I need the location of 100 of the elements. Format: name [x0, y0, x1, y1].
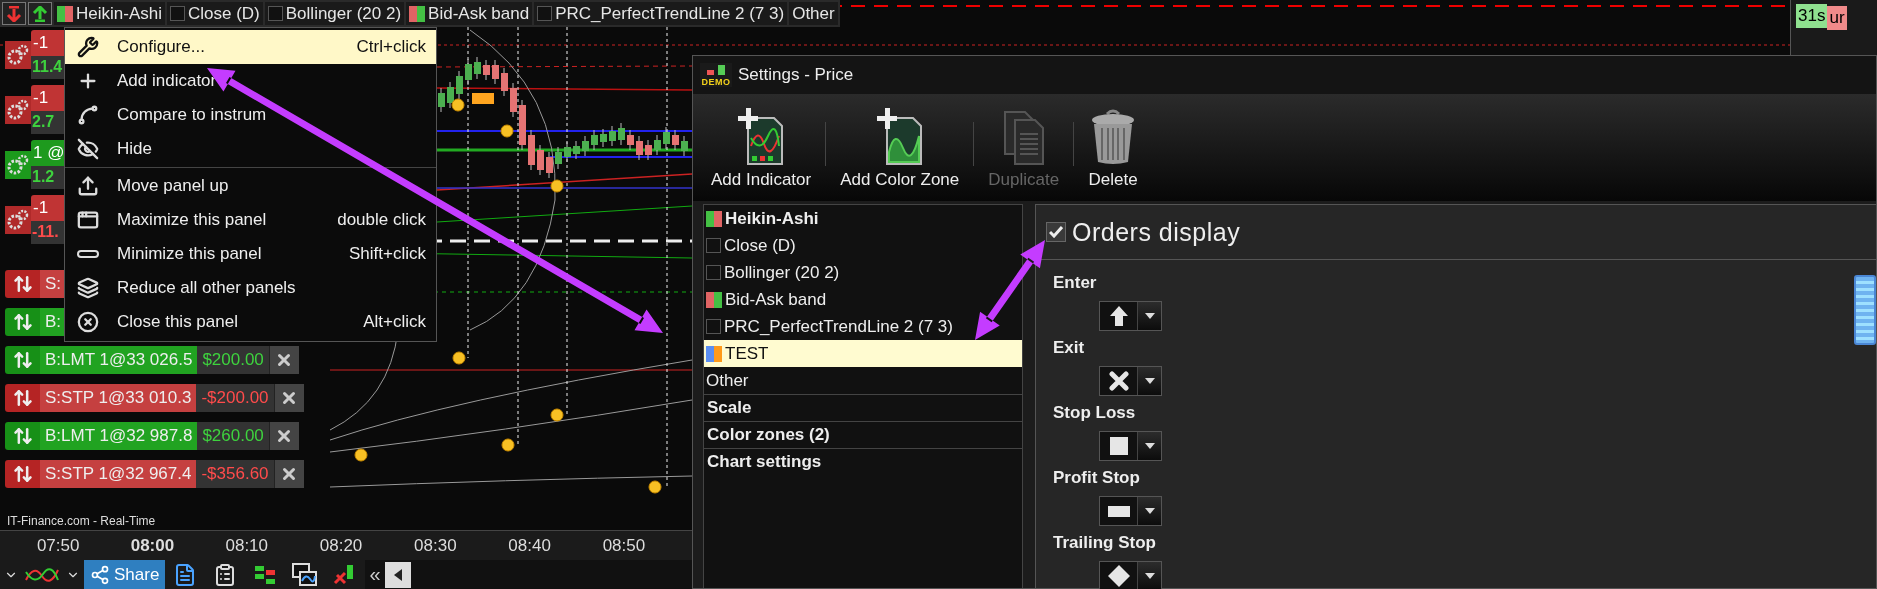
menu-item[interactable]: Close this panel Alt+click	[65, 305, 436, 339]
nodes-icon	[77, 104, 99, 126]
menu-item[interactable]: Add indicator	[65, 64, 436, 98]
marker-dot	[354, 448, 368, 462]
tree-item[interactable]: TEST	[704, 340, 1022, 367]
menu-item[interactable]: Hide	[65, 132, 436, 166]
tree-item[interactable]: Scale	[704, 394, 1022, 421]
indicator-tab[interactable]: PRC_PerfectTrendLine 2 (7 3)	[534, 2, 788, 25]
empty-swatch	[706, 238, 721, 253]
time-label: 08:20	[318, 535, 364, 556]
marker-dot	[501, 438, 515, 452]
order-label: S:	[40, 270, 67, 298]
order-label: B:LMT 1@33 026.5	[40, 346, 198, 374]
scrollbar-thumb[interactable]	[1854, 275, 1876, 345]
countdown-timer: 31s	[1796, 4, 1828, 28]
toolbar-button[interactable]: Add Color Zone	[832, 102, 968, 201]
position-settings-button[interactable]	[5, 206, 31, 234]
tree-item[interactable]: Bollinger (20 2)	[704, 259, 1022, 286]
tree-item[interactable]: Heikin-Ashi	[704, 205, 1022, 232]
tree-item[interactable]: PRC_PerfectTrendLine 2 (7 3)	[704, 313, 1022, 340]
time-label: 08:40	[507, 535, 552, 556]
menu-item[interactable]: Move panel up	[65, 169, 436, 203]
share-icon	[90, 564, 110, 585]
symbol-dropdown[interactable]	[1099, 431, 1162, 461]
marker-dot	[500, 124, 514, 138]
up-down-arrow-icon	[12, 350, 33, 370]
order-value: $200.00	[197, 346, 269, 374]
symbol-dropdown[interactable]	[1099, 366, 1162, 396]
order-value: -$200.00	[196, 384, 274, 412]
menu-item[interactable]: Configure... Ctrl+click	[65, 30, 436, 64]
order-value: $260.00	[197, 422, 269, 450]
up-down-arrow-icon	[12, 274, 33, 294]
tree-item[interactable]: Color zones (2)	[704, 421, 1022, 448]
menu-item[interactable]: Reduce all other panels	[65, 271, 436, 305]
indicator-tab[interactable]: Close (D)	[167, 2, 263, 25]
move-up-button[interactable]	[28, 2, 52, 25]
order-label: S:STP 1@32 967.4	[40, 460, 197, 488]
cancel-order-button[interactable]	[268, 422, 299, 450]
position-settings-button[interactable]	[5, 96, 31, 124]
empty-swatch	[706, 265, 721, 280]
caret-icon	[1144, 573, 1155, 579]
indicator-tab[interactable]: Heikin-Ashi	[54, 2, 165, 25]
up-down-arrow-icon	[12, 388, 33, 408]
position-settings-button[interactable]	[5, 151, 31, 179]
position-value: 1.2	[31, 166, 67, 189]
drag-order-handle[interactable]	[5, 384, 40, 412]
indicator-tab[interactable]: Bid-Ask band	[406, 2, 533, 25]
tree-item[interactable]: Other	[704, 367, 1022, 394]
check-icon	[1049, 226, 1063, 238]
indicator-tab[interactable]: Bollinger (20 2)	[264, 2, 405, 25]
demo-label: DEMO	[701, 77, 731, 87]
drag-order-handle[interactable]	[5, 346, 40, 374]
toolbar-button[interactable]: Delete	[1080, 102, 1147, 201]
caret-icon	[1144, 313, 1155, 319]
cancel-order-button[interactable]	[273, 384, 304, 412]
layers-icon	[77, 277, 99, 299]
tree-item[interactable]: Chart settings	[704, 448, 1022, 475]
caret-icon	[1144, 443, 1155, 449]
symbol-dropdown[interactable]	[1099, 496, 1162, 526]
field-label: Stop Loss	[1053, 403, 1137, 424]
down-arrow-icon	[6, 5, 22, 22]
field-label: Profit Stop	[1053, 468, 1141, 489]
drag-order-handle[interactable]	[5, 422, 40, 450]
menu-item[interactable]: Maximize this panel double click	[65, 203, 436, 237]
cancel-order-button[interactable]	[273, 460, 304, 488]
order-value: -$356.60	[196, 460, 274, 488]
field-label: Exit	[1053, 338, 1086, 359]
up-down-arrow-icon	[12, 312, 33, 332]
checkbox[interactable]	[1046, 222, 1066, 242]
gears-icon	[7, 44, 29, 66]
wrench-icon	[77, 36, 99, 58]
drag-order-handle[interactable]	[5, 460, 40, 488]
tree-item[interactable]: Close (D)	[704, 232, 1022, 259]
drag-order-handle[interactable]	[5, 270, 40, 298]
symbol-dropdown[interactable]	[1099, 561, 1162, 589]
position-value: 11.4	[31, 56, 67, 79]
share-button[interactable]: Share	[84, 560, 166, 589]
menu-item[interactable]: Compare to instrum	[65, 98, 436, 132]
order-label: B:	[40, 308, 67, 336]
move-down-button[interactable]	[2, 2, 26, 25]
position-label: -1	[31, 30, 67, 56]
menu-item[interactable]: Minimize this panel Shift+click	[65, 237, 436, 271]
diamond-icon	[1106, 564, 1131, 588]
position-value: -11.	[31, 221, 67, 244]
time-label: 08:30	[413, 535, 458, 556]
indicator-tab[interactable]: Other	[789, 2, 838, 25]
scroll-left-button[interactable]	[384, 561, 411, 588]
area-chart-icon	[874, 108, 925, 166]
position-settings-button[interactable]	[5, 41, 31, 69]
toolbar-button[interactable]: Add Indicator	[703, 102, 820, 201]
collapse-button[interactable]: «	[365, 563, 385, 586]
empty-swatch	[170, 6, 185, 21]
symbol-dropdown[interactable]	[1099, 301, 1162, 331]
time-label: 07:50	[35, 535, 81, 556]
time-label: 08:00	[129, 535, 176, 556]
cancel-order-button[interactable]	[268, 346, 299, 374]
drag-order-handle[interactable]	[5, 308, 40, 336]
position-label: 1 @	[31, 140, 67, 166]
square-icon	[1108, 436, 1129, 456]
tree-item[interactable]: Bid-Ask band	[704, 286, 1022, 313]
